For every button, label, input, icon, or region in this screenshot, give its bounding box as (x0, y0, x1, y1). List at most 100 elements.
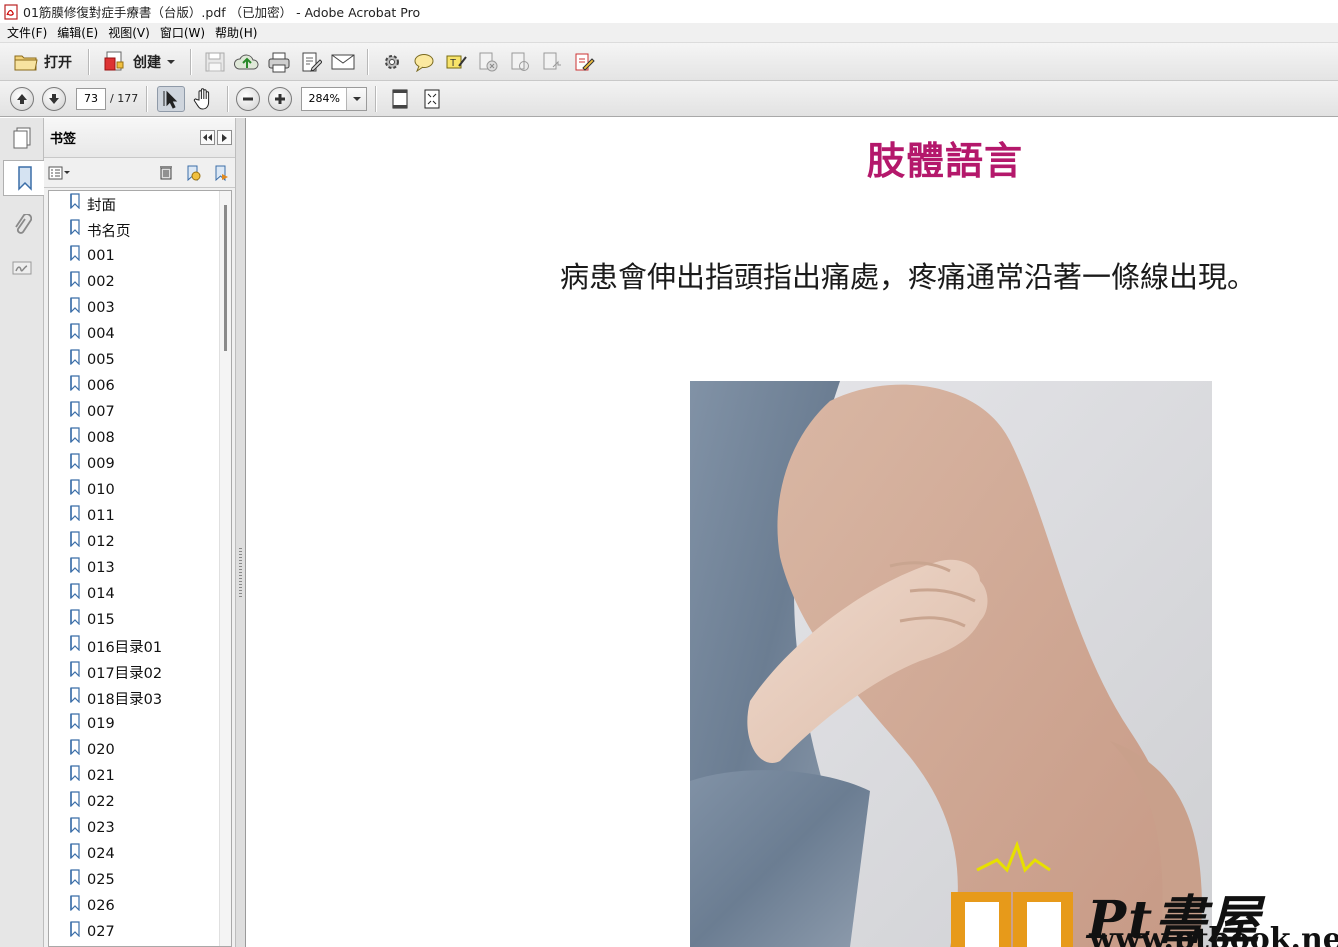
edit-button[interactable] (297, 48, 325, 76)
page-thumbnails-button[interactable] (4, 120, 40, 156)
panel-splitter[interactable] (235, 118, 246, 947)
bookmark-icon (70, 219, 80, 235)
collapse-panel-button[interactable] (200, 130, 215, 145)
bookmark-icon (70, 375, 80, 391)
bookmark-item[interactable]: 001 (49, 243, 231, 269)
menu-view[interactable]: 视图(V) (103, 23, 155, 43)
upload-button[interactable] (233, 48, 261, 76)
zoom-in-button[interactable] (268, 86, 293, 111)
fit-page-icon (392, 89, 408, 108)
bookmark-item[interactable]: 书名页 (49, 217, 231, 243)
bookmark-item[interactable]: 006 (49, 373, 231, 399)
bookmark-item[interactable]: 021 (49, 763, 231, 789)
sign-button[interactable] (570, 48, 598, 76)
bookmark-item[interactable]: 005 (49, 347, 231, 373)
bookmark-item[interactable]: 026 (49, 893, 231, 919)
bookmark-item[interactable]: 025 (49, 867, 231, 893)
bookmark-options-button[interactable] (48, 162, 72, 184)
bookmark-item[interactable]: 010 (49, 477, 231, 503)
bookmark-item[interactable]: 017目录02 (49, 659, 231, 685)
insert-page-button[interactable] (538, 48, 566, 76)
bookmark-item[interactable]: 027 (49, 919, 231, 945)
envelope-icon (331, 54, 355, 69)
page-number-input[interactable]: 73 (76, 87, 106, 110)
right-arrow-icon (222, 133, 227, 142)
extract-button[interactable] (506, 48, 534, 76)
zoom-select[interactable]: 284% (301, 86, 368, 111)
settings-button[interactable] (378, 48, 406, 76)
bookmark-item[interactable]: 012 (49, 529, 231, 555)
hand-icon (194, 87, 210, 110)
bookmark-label: 025 (87, 872, 115, 888)
bookmarks-scrollbar[interactable] (219, 191, 231, 946)
bookmark-item[interactable]: 003 (49, 295, 231, 321)
bookmark-item[interactable]: 008 (49, 425, 231, 451)
trash-icon[interactable] (159, 164, 173, 180)
select-tool-button[interactable] (157, 85, 186, 112)
next-page-button[interactable] (42, 86, 66, 111)
bookmark-label: 021 (87, 768, 115, 784)
watermark-url: www.ptbook.net (1089, 922, 1338, 947)
bookmark-item[interactable]: 015 (49, 607, 231, 633)
fit-page-button[interactable] (386, 86, 414, 112)
previous-page-button[interactable] (10, 86, 34, 111)
bookmark-icon (70, 479, 80, 495)
bookmark-icon (70, 349, 80, 365)
bookmark-item[interactable]: 014 (49, 581, 231, 607)
bookmark-item[interactable]: 018目录03 (49, 685, 231, 711)
toolbar-separator (227, 85, 229, 112)
zoom-dropdown-button[interactable] (346, 87, 367, 110)
panel-options-button[interactable] (217, 130, 232, 145)
document-view[interactable]: 肢體語言 病患會伸出指頭指出痛處，疼痛通常沿著一條線出現。 Pt書屋 www.p… (247, 118, 1338, 947)
bookmark-item[interactable]: 004 (49, 321, 231, 347)
bookmarks-header: 书签 (44, 118, 235, 158)
bookmarks-button[interactable] (3, 160, 45, 196)
pdf-file-icon (4, 3, 18, 20)
comment-button[interactable] (410, 48, 438, 76)
hand-tool-button[interactable] (189, 86, 217, 112)
zoom-out-button[interactable] (236, 86, 261, 111)
print-button[interactable] (265, 48, 293, 76)
bookmark-item[interactable]: 020 (49, 737, 231, 763)
bookmark-item[interactable]: 023 (49, 815, 231, 841)
bookmark-item[interactable]: 007 (49, 399, 231, 425)
create-button[interactable]: 创建 (99, 48, 180, 76)
bookmark-icon (70, 297, 80, 313)
security-button[interactable] (474, 48, 502, 76)
bookmark-item[interactable]: 016目录01 (49, 633, 231, 659)
bookmark-label: 014 (87, 586, 115, 602)
bookmark-item[interactable]: 013 (49, 555, 231, 581)
bookmark-label: 封面 (87, 197, 116, 214)
pages-icon (13, 127, 31, 149)
menu-file[interactable]: 文件(F) (2, 23, 52, 43)
remove-page-icon (479, 52, 498, 71)
open-button[interactable]: 打开 (8, 48, 78, 76)
bookmark-item[interactable]: 002 (49, 269, 231, 295)
scrollbar-thumb[interactable] (224, 205, 227, 351)
bookmark-icon (17, 166, 32, 191)
attachments-button[interactable] (4, 208, 40, 244)
bookmark-item[interactable]: 024 (49, 841, 231, 867)
bookmark-item[interactable]: 019 (49, 711, 231, 737)
bookmark-item[interactable]: 009 (49, 451, 231, 477)
signatures-button[interactable] (4, 250, 40, 286)
bookmark-label: 027 (87, 924, 115, 940)
email-button[interactable] (329, 48, 357, 76)
menu-edit[interactable]: 编辑(E) (52, 23, 103, 43)
splitter-grip[interactable] (239, 548, 242, 598)
edit-document-icon (302, 52, 322, 72)
main-toolbar: 打开 创建 T (0, 43, 1338, 81)
bookmark-item[interactable]: 022 (49, 789, 231, 815)
bookmark-tag-icon[interactable] (213, 164, 229, 182)
save-button[interactable] (201, 48, 229, 76)
bookmark-item[interactable]: 011 (49, 503, 231, 529)
bookmark-actions (159, 164, 229, 182)
new-bookmark-icon[interactable] (185, 164, 201, 182)
bookmark-item[interactable]: 封面 (49, 191, 231, 217)
bookmark-icon (70, 557, 80, 573)
menu-window[interactable]: 窗口(W) (155, 23, 210, 43)
full-screen-button[interactable] (418, 86, 446, 112)
chevron-down-icon (167, 59, 175, 64)
menu-help[interactable]: 帮助(H) (210, 23, 262, 43)
highlight-button[interactable]: T (442, 48, 470, 76)
